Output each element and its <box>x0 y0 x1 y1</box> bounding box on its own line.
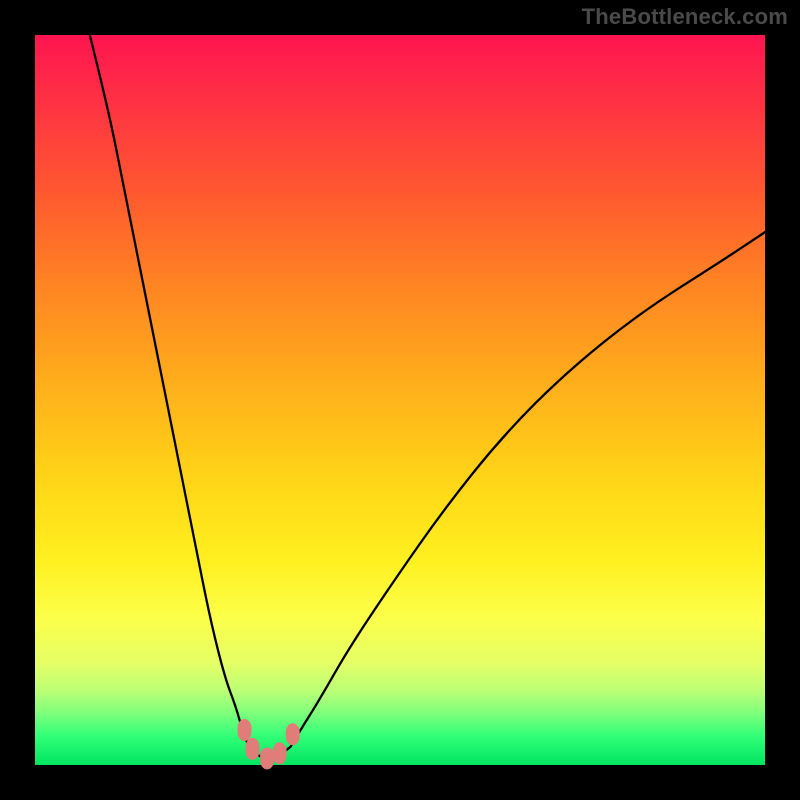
watermark-text: TheBottleneck.com <box>582 4 788 30</box>
bottleneck-curve <box>90 35 765 758</box>
curve-marker <box>238 719 252 741</box>
curve-svg <box>35 35 765 765</box>
chart-frame: TheBottleneck.com <box>0 0 800 800</box>
curve-marker <box>260 747 274 769</box>
curve-marker <box>246 738 260 760</box>
curve-marker <box>286 723 300 745</box>
plot-area <box>35 35 765 765</box>
curve-markers <box>238 719 300 769</box>
curve-marker <box>273 742 287 764</box>
